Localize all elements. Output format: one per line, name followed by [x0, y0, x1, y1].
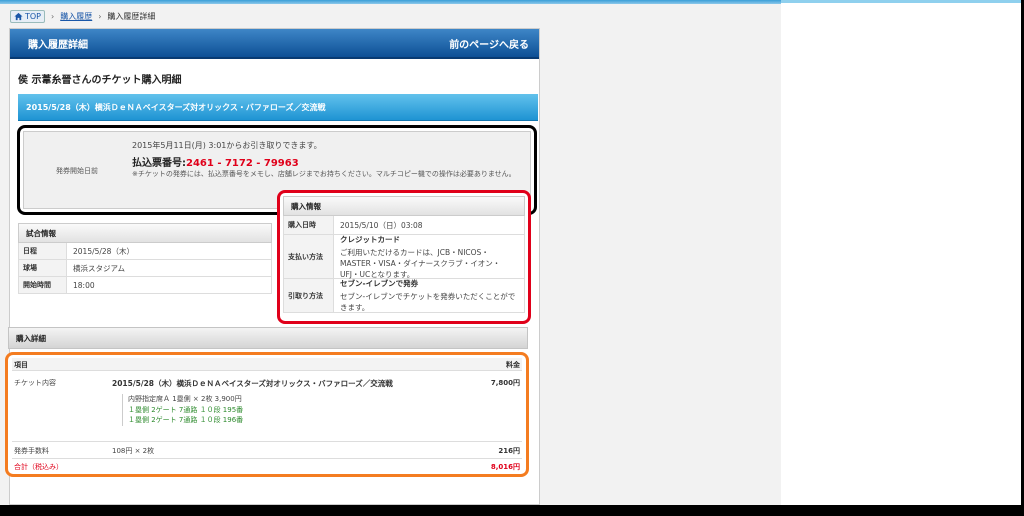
browser-viewport: TOP › 購入履歴 › 購入履歴詳細 購入履歴詳細 前のページへ戻る 侯 示葦… [0, 0, 781, 505]
match-info-label: 開始時間 [19, 277, 67, 293]
fee-price: 216円 [498, 447, 520, 455]
purchase-details-table: 項目 料金 チケット内容 2015/5/28（木）横浜ＤｅＮＡベイスターズ対オリ… [5, 352, 529, 477]
fee-detail: 108円 × 2枚 [112, 447, 155, 455]
breadcrumb-top-label: TOP [25, 11, 42, 21]
breadcrumb-current: 購入履歴詳細 [107, 11, 156, 21]
fee-row: 発券手数料 108円 × 2枚 216円 [12, 442, 522, 459]
blank-right-pane [781, 0, 1021, 505]
purchase-details-heading: 購入詳細 [8, 327, 528, 349]
breadcrumb: TOP › 購入履歴 › 購入履歴詳細 [10, 9, 155, 23]
breadcrumb-separator-icon: › [51, 11, 55, 21]
purchase-info-row: 支払い方法 クレジットカード ご利用いただけるカードは、JCB・NICOS・MA… [283, 235, 525, 279]
match-info-label: 球場 [19, 260, 67, 276]
match-info-value: 横浜スタジアム [73, 263, 125, 273]
match-info-label: 日程 [19, 243, 67, 259]
match-info-heading: 試合情報 [18, 223, 272, 243]
total-label: 合計（税込み） [14, 463, 63, 471]
seat-list: 内野指定席Ａ 1塁側 × 2枚 3,900円 １塁側 2ゲート 7通路 １０段 … [122, 394, 243, 426]
purchase-info-label: 支払い方法 [284, 235, 334, 278]
match-info-section: 試合情報 日程 2015/5/28（木） 球場 横浜スタジアム 開始時間 18:… [18, 223, 272, 294]
payment-method-title: クレジットカード [340, 234, 400, 244]
purchase-info-row: 引取り方法 セブン-イレブンで発券 セブン-イレブンでチケットを発券いただくこと… [283, 279, 525, 313]
ticket-price: 7,800円 [490, 379, 520, 387]
issue-note: ※チケットの発券には、払込票番号をメモし、店舗レジまでお持ちください。マルチコピ… [132, 170, 516, 178]
pickup-method-title: セブン-イレブンで発券 [340, 279, 419, 288]
match-info-value: 18:00 [73, 280, 95, 290]
seat-item: １塁側 2ゲート 7通路 １０段 196番 [128, 416, 244, 424]
breadcrumb-separator-icon: › [98, 11, 102, 21]
purchase-info-label: 引取り方法 [284, 279, 334, 312]
back-button[interactable]: 前のページへ戻る [449, 36, 529, 51]
purchase-info-section: 購入情報 購入日時 2015/5/10（日）03:08 支払い方法 クレジットカ… [277, 190, 531, 324]
home-icon [14, 12, 23, 20]
payment-method: クレジットカード ご利用いただけるカードは、JCB・NICOS・MASTER・V… [334, 234, 524, 279]
issue-label: 発券開始日前 [56, 167, 98, 175]
breadcrumb-top-link[interactable]: TOP [10, 9, 46, 23]
page-header: 購入履歴詳細 前のページへ戻る [10, 29, 539, 59]
seat-item: １塁側 2ゲート 7通路 １０段 195番 [128, 405, 244, 414]
match-info-value: 2015/5/28（木） [73, 246, 134, 256]
payment-code-number: 2461 - 7172 - 79963 [186, 158, 299, 169]
payment-code: 払込票番号:2461 - 7172 - 79963 [132, 154, 299, 169]
match-info-row: 球場 横浜スタジアム [18, 260, 272, 277]
ticket-label: チケット内容 [14, 379, 56, 387]
purchase-info-heading: 購入情報 [283, 196, 525, 216]
total-price: 8,016円 [490, 463, 520, 471]
issue-date-text: 2015年5月11日(月) 3:01からお引き取りできます。 [132, 141, 322, 150]
purchase-datetime: 2015/5/10（日）03:08 [340, 220, 423, 230]
total-row: 合計（税込み） 8,016円 [12, 459, 522, 473]
match-info-row: 日程 2015/5/28（木） [18, 243, 272, 260]
ticket-heading: 侯 示葦糸晉さんのチケット購入明細 [18, 75, 182, 86]
breadcrumb-history-link[interactable]: 購入履歴 [60, 11, 92, 22]
fee-label: 発券手数料 [14, 447, 49, 455]
purchase-info-row: 購入日時 2015/5/10（日）03:08 [283, 216, 525, 235]
seat-summary: 内野指定席Ａ 1塁側 × 2枚 3,900円 [128, 395, 242, 403]
payment-method-note: ご利用いただけるカードは、JCB・NICOS・MASTER・VISA・ダイナース… [340, 247, 501, 279]
ticket-row: チケット内容 2015/5/28（木）横浜ＤｅＮＡベイスターズ対オリックス・バフ… [12, 371, 522, 442]
details-header-row: 項目 料金 [12, 358, 522, 371]
details-col-item: 項目 [14, 361, 28, 369]
ticket-event: 2015/5/28（木）横浜ＤｅＮＡベイスターズ対オリックス・バファローズ／交流… [112, 379, 393, 388]
pickup-method: セブン-イレブンで発券 セブン-イレブンでチケットを発券いただくことができます。 [334, 279, 524, 312]
event-title-bar: 2015/5/28（木）横浜ＤｅＮＡベイスターズ対オリックス・バファローズ／交流… [18, 94, 538, 121]
pickup-method-note: セブン-イレブンでチケットを発券いただくことができます。 [340, 292, 516, 312]
match-info-row: 開始時間 18:00 [18, 277, 272, 294]
payment-code-label: 払込票番号: [132, 158, 186, 169]
purchase-info-label: 購入日時 [284, 216, 334, 234]
page-title: 購入履歴詳細 [28, 39, 88, 51]
details-col-price: 料金 [506, 361, 520, 369]
